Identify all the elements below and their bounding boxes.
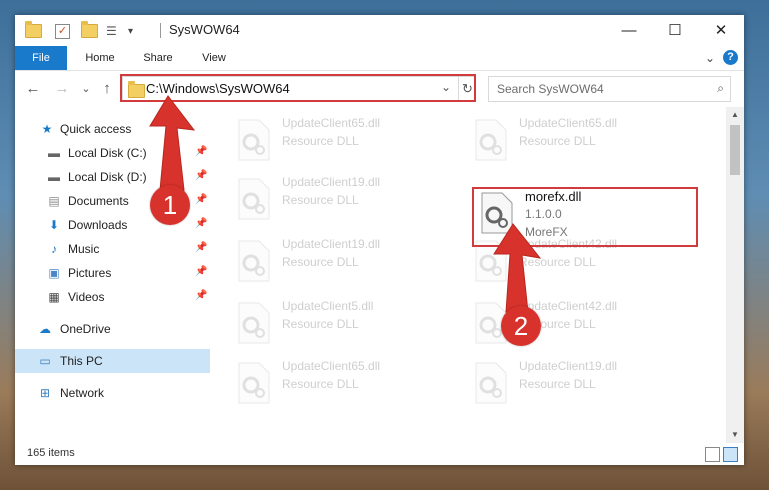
step-badge-1: 1 <box>150 185 190 225</box>
arrow-up-icon <box>493 223 542 313</box>
annotation-arrows <box>149 95 542 313</box>
step-badge-2: 2 <box>501 306 541 346</box>
arrow-up-icon <box>149 95 196 191</box>
